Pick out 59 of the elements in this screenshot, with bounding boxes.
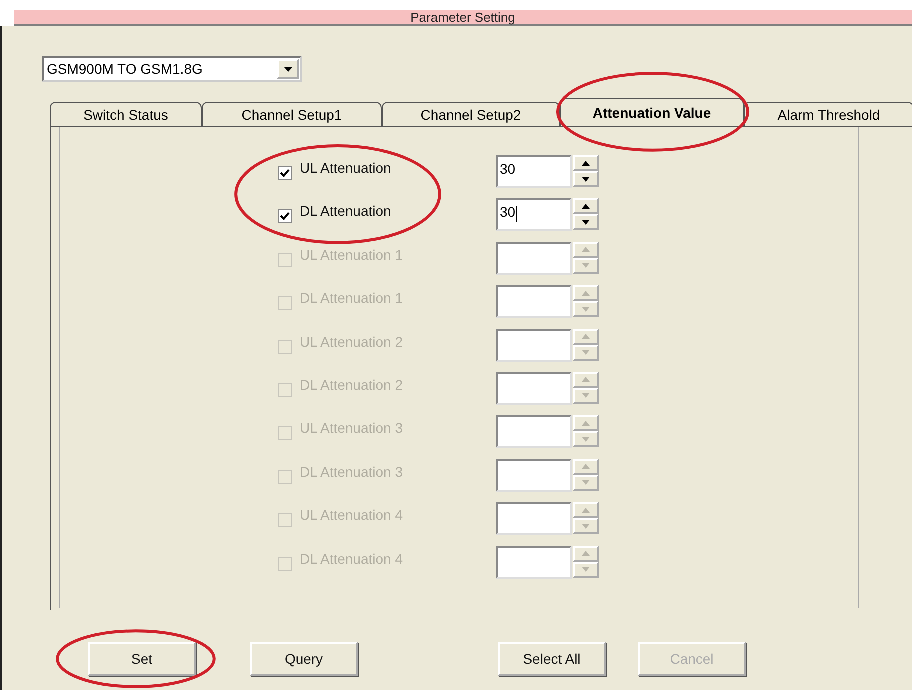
checkbox-label: DL Attenuation [300,203,392,220]
checkbox-label: DL Attenuation 3 [300,464,404,480]
up-arrow-icon [582,247,590,252]
down-arrow-icon [582,263,590,268]
down-arrow-icon [582,436,590,442]
checkbox-label: DL Attenuation 4 [300,550,404,567]
checkbox-label: UL Attenuation 2 [300,334,404,350]
up-arrow-icon [582,290,590,296]
tab[interactable]: Attenuation Value [560,98,744,126]
checkbox-label: UL Attenuation [300,160,392,176]
checkbox[interactable] [278,209,292,224]
down-arrow-icon [582,176,590,182]
number-field[interactable] [496,458,572,492]
up-arrow-icon [582,508,590,513]
number-field[interactable] [496,328,572,362]
number-field[interactable]: 30 [496,198,572,232]
tab[interactable]: Alarm Threshold [744,102,912,126]
checkbox[interactable] [278,166,292,180]
checkbox-label: UL Attenuation 3 [300,420,404,436]
dropdown-arrow-icon [284,66,292,72]
mode-dropdown[interactable]: GSM900M TO GSM1.8G [42,56,302,82]
dialog-button[interactable]: Select All [498,642,606,676]
number-field[interactable]: 30 [496,155,572,188]
up-arrow-icon [582,160,590,166]
checkbox-label: UL Attenuation 4 [300,507,404,524]
spin-up-button[interactable] [573,155,599,171]
tab[interactable]: Channel Setup2 [382,102,560,126]
down-arrow-icon [582,480,590,486]
number-field[interactable] [496,242,572,275]
number-field[interactable] [496,546,572,579]
dialog-button[interactable]: Set [88,642,196,676]
checkbox-label: DL Attenuation 1 [300,290,404,306]
window-title: Parameter Setting [14,10,912,26]
down-arrow-icon [582,393,590,398]
up-arrow-icon [582,420,590,426]
spin-down-button[interactable] [573,171,599,187]
spin-down-button[interactable] [573,214,599,230]
tab[interactable]: Switch Status [50,102,202,126]
up-arrow-icon [582,204,590,209]
number-field[interactable] [496,285,572,318]
dialog-button[interactable]: Query [250,642,358,676]
checkbox-label: UL Attenuation 1 [300,246,404,263]
checkmark-icon [280,212,290,221]
checkmark-icon [280,168,290,178]
up-arrow-icon [582,551,590,556]
number-field[interactable] [496,415,572,448]
number-field[interactable] [496,502,572,536]
down-arrow-icon [582,220,590,225]
up-arrow-icon [582,464,590,470]
down-arrow-icon [582,350,590,356]
down-arrow-icon [582,524,590,529]
down-arrow-icon [582,306,590,312]
down-arrow-icon [582,567,590,572]
checkbox-label: DL Attenuation 2 [300,376,404,393]
tab[interactable]: Channel Setup1 [202,102,382,126]
number-field[interactable] [496,372,572,405]
spin-up-button[interactable] [573,198,599,214]
up-arrow-icon [582,334,590,340]
up-arrow-icon [582,377,590,382]
